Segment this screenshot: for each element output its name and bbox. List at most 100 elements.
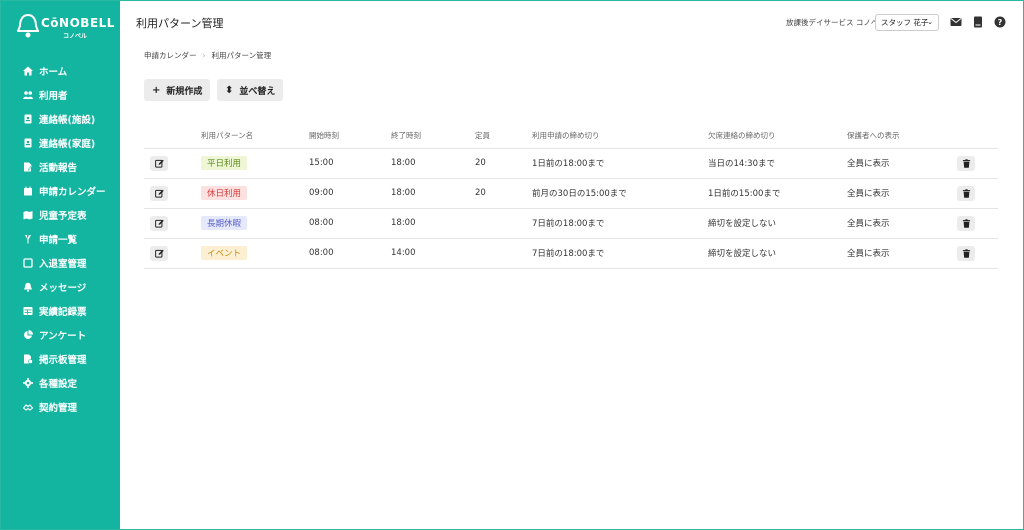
pie-chart-icon [23, 330, 33, 340]
sidebar-item-home[interactable]: ホーム [1, 59, 120, 83]
sidebar-item-label: 児童予定表 [39, 211, 87, 222]
sidebar-item-survey[interactable]: アンケート [1, 323, 120, 347]
capacity [475, 208, 532, 239]
edit-button[interactable] [150, 215, 168, 231]
sidebar-item-child-schedule[interactable]: 児童予定表 [1, 203, 120, 227]
sidebar-item-contract[interactable]: 契約管理 [1, 395, 120, 419]
sidebar-item-label: 申請カレンダー [39, 187, 106, 198]
plus-icon: + [152, 84, 161, 96]
delete-button[interactable] [957, 245, 975, 261]
manual-book-icon[interactable] [971, 15, 985, 29]
gear-icon [23, 378, 33, 388]
request-deadline: 1日前の18:00まで [532, 148, 708, 179]
mail-icon[interactable] [949, 15, 963, 29]
new-button-label: 新規作成 [166, 86, 203, 97]
sidebar-item-label: 連絡帳(施設) [39, 115, 96, 126]
edit-button[interactable] [150, 185, 168, 201]
pattern-tag: 長期休暇 [201, 216, 248, 230]
brand-name: CōNOBELL [41, 16, 115, 30]
request-deadline: 7日前の18:00まで [532, 238, 708, 269]
sidebar-item-label: 各種設定 [39, 379, 78, 390]
sidebar-item-entry-exit[interactable]: 入退室管理 [1, 251, 120, 275]
trash-icon [962, 248, 970, 258]
users-icon [23, 90, 33, 100]
main-content: 利用パターン管理 放課後デイサービス コノベル スタッフ 花子 ⌄ ? 申請カレ… [120, 1, 1023, 529]
trash-icon [962, 218, 970, 228]
edit-icon [154, 189, 164, 198]
capacity [475, 238, 532, 269]
user-name: スタッフ 花子 [881, 18, 929, 27]
user-select[interactable]: スタッフ 花子 ⌄ [875, 14, 939, 31]
sidebar-item-label: 連絡帳(家庭) [39, 139, 96, 150]
sidebar-item-label: 利用者 [39, 91, 68, 102]
sidebar-item-contact-facility[interactable]: 連絡帳(施設) [1, 107, 120, 131]
sidebar-item-settings[interactable]: 各種設定 [1, 371, 120, 395]
sidebar-item-users[interactable]: 利用者 [1, 83, 120, 107]
absence-deadline: 締切を設定しない [708, 208, 847, 239]
sidebar-item-calendar[interactable]: 申請カレンダー [1, 179, 120, 203]
breadcrumb: 申請カレンダー › 利用パターン管理 [144, 50, 271, 61]
breadcrumb-parent[interactable]: 申請カレンダー [144, 51, 197, 60]
edit-button[interactable] [150, 245, 168, 261]
sidebar-item-label: 契約管理 [39, 403, 78, 414]
list-icon [23, 234, 33, 244]
sidebar-item-message[interactable]: メッセージ [1, 275, 120, 299]
contact-book-icon [23, 138, 33, 148]
delete-button[interactable] [957, 215, 975, 231]
guardian-display: 全員に表示 [847, 238, 957, 269]
sidebar-item-label: 掲示板管理 [39, 355, 87, 366]
board-icon [23, 354, 33, 364]
contact-book-icon [23, 114, 33, 124]
header-name: 利用パターン名 [201, 124, 309, 149]
sidebar-nav: ホーム 利用者 連絡帳(施設) 連絡帳(家庭) 活動報告 申請カレンダー 児童予… [1, 59, 120, 419]
start-time: 15:00 [309, 148, 391, 179]
end-time: 14:00 [391, 238, 475, 269]
sidebar-item-request-list[interactable]: 申請一覧 [1, 227, 120, 251]
sidebar-item-contact-home[interactable]: 連絡帳(家庭) [1, 131, 120, 155]
sidebar-item-activity-report[interactable]: 活動報告 [1, 155, 120, 179]
header-capacity: 定員 [475, 124, 532, 149]
end-time: 18:00 [391, 178, 475, 209]
start-time: 09:00 [309, 178, 391, 209]
report-icon [23, 162, 33, 172]
sort-icon: ⬍ [225, 84, 234, 96]
start-time: 08:00 [309, 208, 391, 239]
trash-icon [962, 158, 970, 168]
sort-button[interactable]: ⬍ 並べ替え [217, 79, 284, 101]
door-icon [23, 258, 33, 268]
header-edit [144, 124, 201, 149]
end-time: 18:00 [391, 208, 475, 239]
table-row: 長期休暇 08:00 18:00 7日前の18:00まで 締切を設定しない 全員… [144, 208, 998, 239]
sidebar-item-label: 実績記録票 [39, 307, 87, 318]
sidebar-item-label: アンケート [39, 331, 87, 342]
page-title: 利用パターン管理 [136, 17, 224, 30]
edit-button[interactable] [150, 155, 168, 171]
header-absence: 欠席連絡の締め切り [708, 124, 847, 149]
header-end: 終了時刻 [391, 124, 475, 149]
edit-icon [154, 249, 164, 258]
calendar-icon [23, 186, 33, 196]
delete-button[interactable] [957, 155, 975, 171]
handshake-icon [23, 402, 33, 412]
bell-logo-icon [16, 13, 40, 39]
chevron-down-icon: ⌄ [927, 18, 933, 26]
logo[interactable]: CōNOBELL コノベル [16, 13, 117, 43]
table-row: 平日利用 15:00 18:00 20 1日前の18:00まで 当日の14:30… [144, 148, 998, 179]
sidebar-item-label: 入退室管理 [39, 259, 87, 270]
new-button[interactable]: + 新規作成 [144, 79, 211, 101]
table-row: 休日利用 09:00 18:00 20 前月の30日の15:00まで 1日前の1… [144, 178, 998, 209]
trash-icon [962, 188, 970, 198]
sidebar-item-record-sheet[interactable]: 実績記録票 [1, 299, 120, 323]
header-start: 開始時刻 [309, 124, 391, 149]
chevron-right-icon: › [202, 51, 206, 60]
home-icon [23, 66, 33, 76]
delete-button[interactable] [957, 185, 975, 201]
brand-sub: コノベル [63, 33, 88, 40]
svg-text:?: ? [998, 18, 1003, 27]
help-icon[interactable]: ? [993, 15, 1007, 29]
edit-icon [154, 219, 164, 228]
header-display: 保護者への表示 [847, 124, 957, 149]
header-deadline: 利用申請の締め切り [532, 124, 708, 149]
facility-name: 放課後デイサービス コノベル [786, 18, 886, 27]
sidebar-item-board[interactable]: 掲示板管理 [1, 347, 120, 371]
